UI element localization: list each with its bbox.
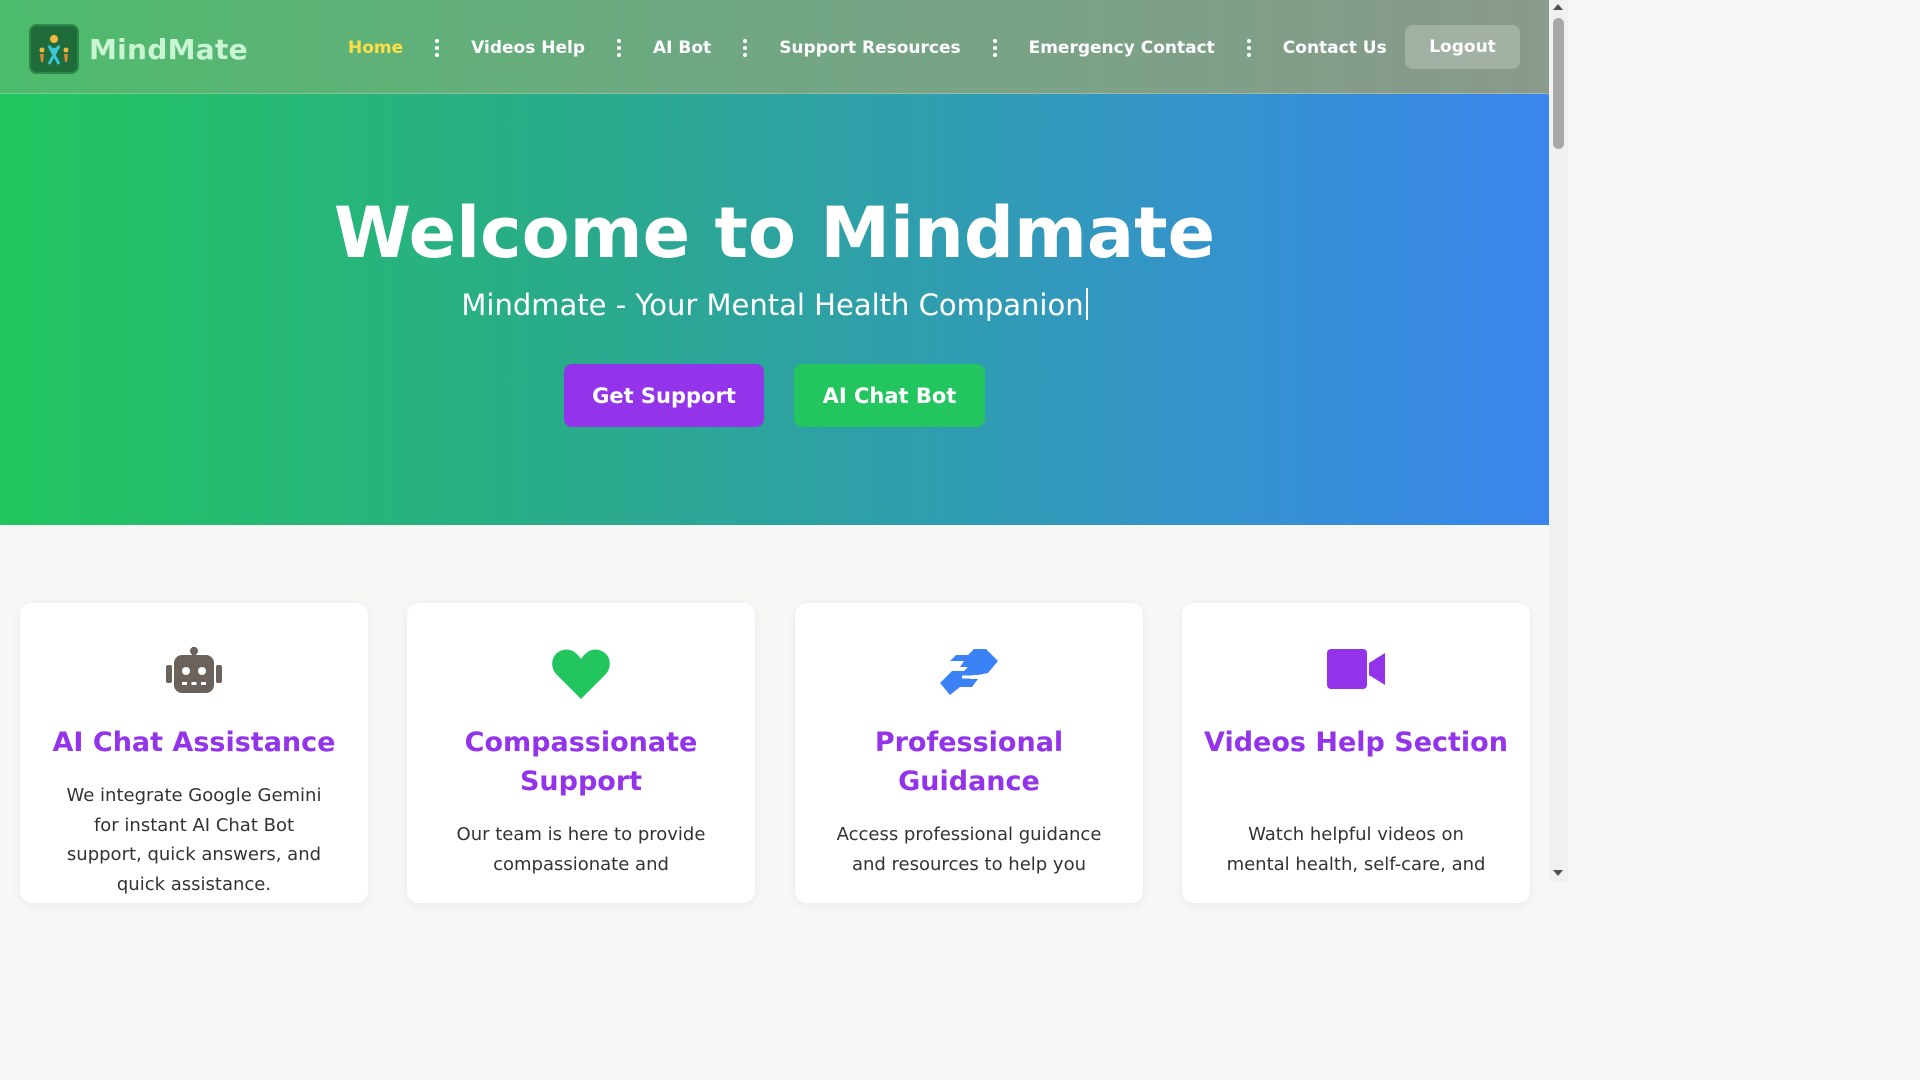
nav-emergency-contact[interactable]: Emergency Contact xyxy=(1029,38,1215,58)
feature-title: Professional Guidance xyxy=(874,727,1064,797)
scroll-up-arrow-icon[interactable] xyxy=(1553,4,1563,10)
nav-videos-help[interactable]: Videos Help xyxy=(471,38,585,58)
typing-cursor xyxy=(1085,288,1088,320)
brand-name: MindMate xyxy=(89,32,248,66)
feature-card-compassionate-support: Compassionate Support Our team is here t… xyxy=(407,603,755,903)
feature-text: We integrate Google Gemini for instant A… xyxy=(66,785,322,895)
nav-support-resources[interactable]: Support Resources xyxy=(779,38,960,58)
handshake-icon xyxy=(940,649,998,695)
video-camera-icon xyxy=(1327,649,1385,689)
feature-text: Watch helpful videos on mental health, s… xyxy=(1226,824,1486,875)
robot-icon xyxy=(166,647,222,693)
nav-separator-icon xyxy=(743,36,748,60)
nav-separator-icon xyxy=(435,36,440,60)
hero-title: Welcome to Mindmate xyxy=(333,192,1216,274)
heart-icon xyxy=(552,649,610,699)
feature-card-ai-chat: AI Chat Assistance We integrate Google G… xyxy=(20,603,368,903)
scroll-down-arrow-icon[interactable] xyxy=(1553,870,1563,876)
feature-title: Compassionate Support xyxy=(464,727,698,797)
feature-text: Our team is here to provide compassionat… xyxy=(456,824,706,875)
hero-subtitle-line: Mindmate - Your Mental Health Companion xyxy=(0,288,1549,322)
brand[interactable]: MindMate xyxy=(29,24,248,74)
get-support-button[interactable]: Get Support xyxy=(564,364,764,427)
nav-ai-bot[interactable]: AI Bot xyxy=(653,38,711,58)
nav-separator-icon xyxy=(1246,36,1251,60)
feature-title: AI Chat Assistance xyxy=(52,727,336,758)
main-nav: Home Videos Help AI Bot Support Resource… xyxy=(348,30,1387,66)
logout-button[interactable]: Logout xyxy=(1405,25,1520,69)
page-scrollbar[interactable] xyxy=(1549,0,1568,882)
ribbon-people-logo-icon xyxy=(29,24,79,74)
hero-subtitle: Mindmate - Your Mental Health Companion xyxy=(461,288,1084,322)
scrollbar-thumb[interactable] xyxy=(1553,18,1564,149)
nav-contact-us[interactable]: Contact Us xyxy=(1283,38,1387,58)
nav-home[interactable]: Home xyxy=(348,38,403,58)
hero-section: Welcome to Mindmate Mindmate - Your Ment… xyxy=(0,94,1549,525)
feature-card-videos-help: Videos Help Section Watch helpful videos… xyxy=(1182,603,1530,903)
feature-text: Access professional guidance and resourc… xyxy=(836,824,1102,875)
feature-card-professional-guidance: Professional Guidance Access professiona… xyxy=(795,603,1143,903)
top-navbar: MindMate Home Videos Help AI Bot Support… xyxy=(0,0,1549,94)
nav-separator-icon xyxy=(992,36,997,60)
feature-title: Videos Help Section xyxy=(1204,727,1508,758)
ai-chat-bot-button[interactable]: AI Chat Bot xyxy=(794,364,985,427)
nav-separator-icon xyxy=(617,36,622,60)
